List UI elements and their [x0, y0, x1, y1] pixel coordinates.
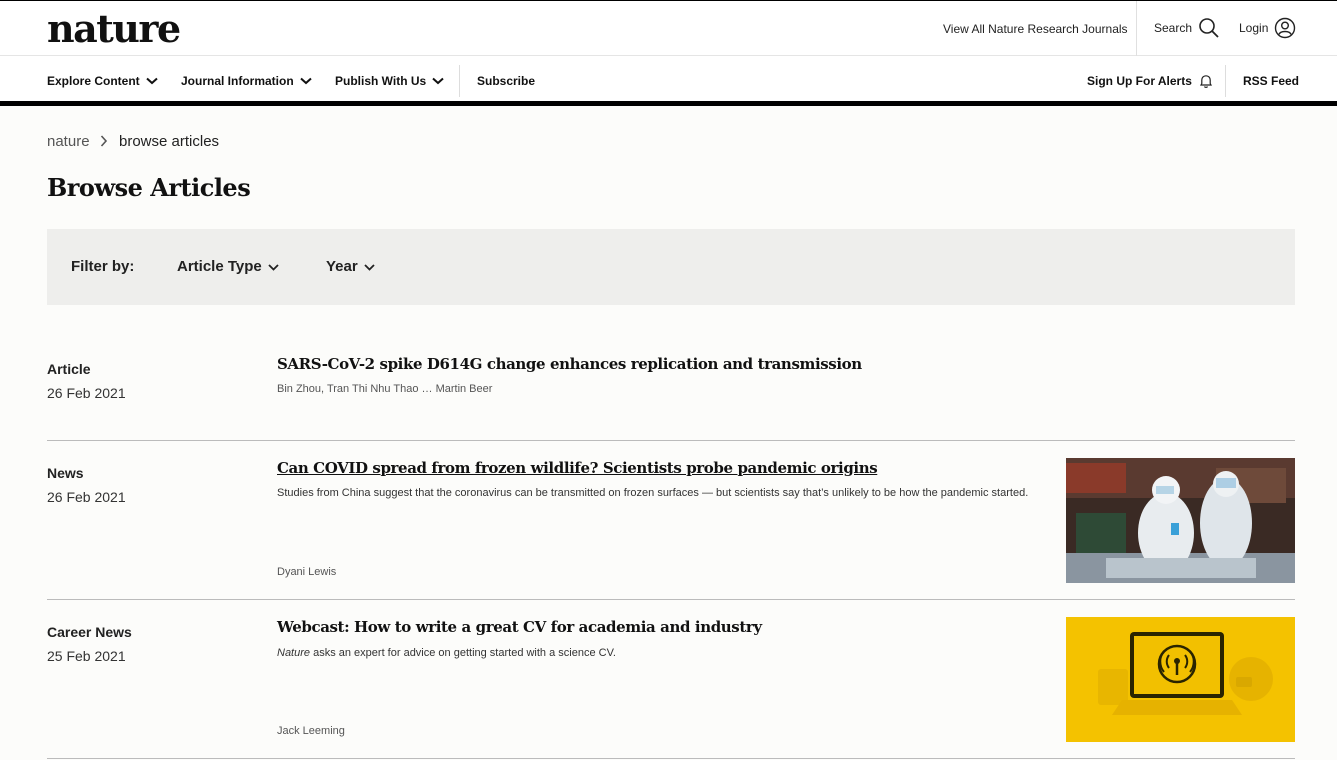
nav-subscribe[interactable]: Subscribe: [477, 72, 535, 90]
filter-article-type-label: Article Type: [177, 258, 262, 275]
article-authors: Jack Leeming: [277, 725, 345, 737]
article-type: Article: [47, 361, 91, 377]
article-item: Article 26 Feb 2021 SARS-CoV-2 spike D61…: [47, 354, 1295, 424]
filter-year-label: Year: [326, 258, 358, 275]
filter-year[interactable]: Year: [326, 258, 375, 276]
main-nav: Explore Content Journal Information Publ…: [0, 56, 1337, 106]
article-type: News: [47, 465, 84, 481]
user-icon: [1275, 17, 1296, 39]
nav-rss-label: RSS Feed: [1243, 74, 1300, 88]
chevron-down-icon: [300, 77, 312, 85]
top-bar: nature View All Nature Research Journals…: [0, 0, 1337, 56]
nav-journal-information[interactable]: Journal Information: [181, 72, 312, 90]
article-item: Career News 25 Feb 2021 Webcast: How to …: [47, 617, 1295, 743]
nav-explore-content[interactable]: Explore Content: [47, 72, 158, 90]
chevron-down-icon: [432, 77, 444, 85]
article-date: 25 Feb 2021: [47, 648, 126, 664]
nav-divider: [459, 65, 460, 97]
article-divider: [47, 599, 1295, 600]
article-divider: [47, 758, 1295, 759]
chevron-right-icon: [100, 135, 108, 147]
breadcrumb-current: browse articles: [119, 133, 220, 150]
header-divider: [1136, 1, 1137, 56]
search-label: Search: [1154, 21, 1193, 35]
nav-divider: [1225, 65, 1226, 97]
nav-rss-feed[interactable]: RSS Feed: [1243, 72, 1299, 90]
article-description: Nature asks an expert for advice on gett…: [277, 646, 1037, 661]
nav-explore-label: Explore Content: [47, 74, 140, 88]
filter-bar: Filter by: Article Type Year: [47, 229, 1295, 305]
article-date: 26 Feb 2021: [47, 385, 126, 401]
article-thumbnail-webcast[interactable]: [1066, 617, 1295, 742]
article-authors: Bin Zhou, Tran Thi Nhu Thao … Martin Bee…: [277, 383, 493, 395]
article-description: Studies from China suggest that the coro…: [277, 487, 1029, 499]
article-title-link[interactable]: SARS-CoV-2 spike D614G change enhances r…: [277, 354, 862, 374]
nav-publish-label: Publish With Us: [335, 74, 427, 88]
article-description-text: asks an expert for advice on getting sta…: [310, 647, 616, 659]
article-title-link[interactable]: Webcast: How to write a great CV for aca…: [277, 617, 762, 637]
search-icon: [1199, 18, 1219, 38]
article-item: News 26 Feb 2021 Can COVID spread from f…: [47, 458, 1295, 584]
breadcrumb-home[interactable]: nature: [47, 133, 90, 151]
nav-journal-label: Journal Information: [181, 74, 294, 88]
article-divider: [47, 440, 1295, 441]
nature-logo[interactable]: nature: [47, 9, 181, 49]
nav-subscribe-label: Subscribe: [477, 74, 536, 88]
chevron-down-icon: [268, 263, 279, 271]
article-type: Career News: [47, 624, 132, 640]
article-date: 26 Feb 2021: [47, 489, 126, 505]
filter-label: Filter by:: [71, 258, 135, 275]
thumbnail-image: [1066, 617, 1295, 742]
filter-article-type[interactable]: Article Type: [177, 258, 279, 276]
chevron-down-icon: [364, 263, 375, 271]
view-all-journals-label: View All Nature Research Journals: [943, 22, 1128, 36]
nav-publish-with-us[interactable]: Publish With Us: [335, 72, 444, 90]
journal-name: Nature: [277, 647, 311, 659]
article-title-link[interactable]: Can COVID spread from frozen wildlife? S…: [277, 458, 878, 478]
page-title: Browse Articles: [47, 173, 251, 202]
bell-icon: [1199, 75, 1212, 88]
article-authors: Dyani Lewis: [277, 566, 337, 578]
view-all-journals-link[interactable]: View All Nature Research Journals: [943, 19, 1128, 39]
nav-alerts-label: Sign Up For Alerts: [1087, 74, 1192, 88]
search-button[interactable]: Search: [1154, 17, 1220, 39]
login-label: Login: [1239, 21, 1269, 35]
thumbnail-image: [1066, 458, 1295, 583]
nav-sign-up-alerts[interactable]: Sign Up For Alerts: [1087, 72, 1214, 90]
chevron-down-icon: [146, 77, 158, 85]
login-button[interactable]: Login: [1239, 17, 1296, 39]
article-thumbnail-frozen-wildlife[interactable]: [1066, 458, 1295, 583]
